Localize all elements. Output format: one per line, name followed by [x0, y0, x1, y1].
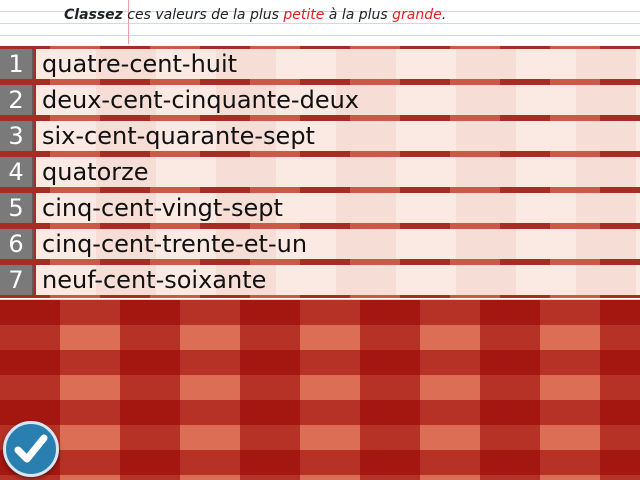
- list-item[interactable]: 4 quatorze: [0, 154, 640, 190]
- validate-button[interactable]: [3, 421, 59, 477]
- item-label[interactable]: quatorze: [36, 157, 640, 187]
- item-label[interactable]: six-cent-quarante-sept: [36, 121, 640, 151]
- item-label[interactable]: deux-cent-cinquante-deux: [36, 85, 640, 115]
- list-item[interactable]: 1 quatre-cent-huit: [0, 46, 640, 82]
- item-label[interactable]: cinq-cent-vingt-sept: [36, 193, 640, 223]
- instruction-segment: à la plus: [324, 7, 393, 23]
- item-number-badge: 5: [0, 193, 34, 223]
- list-item[interactable]: 3 six-cent-quarante-sept: [0, 118, 640, 154]
- checkmark-icon: [14, 434, 48, 463]
- item-number-badge: 6: [0, 229, 34, 259]
- list-item[interactable]: 7 neuf-cent-soixante: [0, 262, 640, 298]
- list-item[interactable]: 6 cinq-cent-trente-et-un: [0, 226, 640, 262]
- list-item[interactable]: 5 cinq-cent-vingt-sept: [0, 190, 640, 226]
- sortable-list: 1 quatre-cent-huit 2 deux-cent-cinquante…: [0, 46, 640, 298]
- item-number-badge: 7: [0, 265, 34, 295]
- instruction-smallest: petite: [283, 7, 325, 23]
- instruction-segment: ces valeurs de la plus: [122, 7, 284, 23]
- list-item[interactable]: 2 deux-cent-cinquante-deux: [0, 82, 640, 118]
- instruction-verb: Classez: [64, 7, 123, 23]
- item-label[interactable]: cinq-cent-trente-et-un: [36, 229, 640, 259]
- instruction-segment: .: [441, 7, 447, 23]
- tablecloth-background: [0, 300, 640, 480]
- item-label[interactable]: neuf-cent-soixante: [36, 265, 640, 295]
- item-number-badge: 3: [0, 121, 34, 151]
- item-number-badge: 4: [0, 157, 34, 187]
- item-number-badge: 1: [0, 49, 34, 79]
- instruction-largest: grande: [392, 7, 442, 23]
- item-number-badge: 2: [0, 85, 34, 115]
- instruction-text: Classez ces valeurs de la plus petite à …: [64, 5, 446, 25]
- item-label[interactable]: quatre-cent-huit: [36, 49, 640, 79]
